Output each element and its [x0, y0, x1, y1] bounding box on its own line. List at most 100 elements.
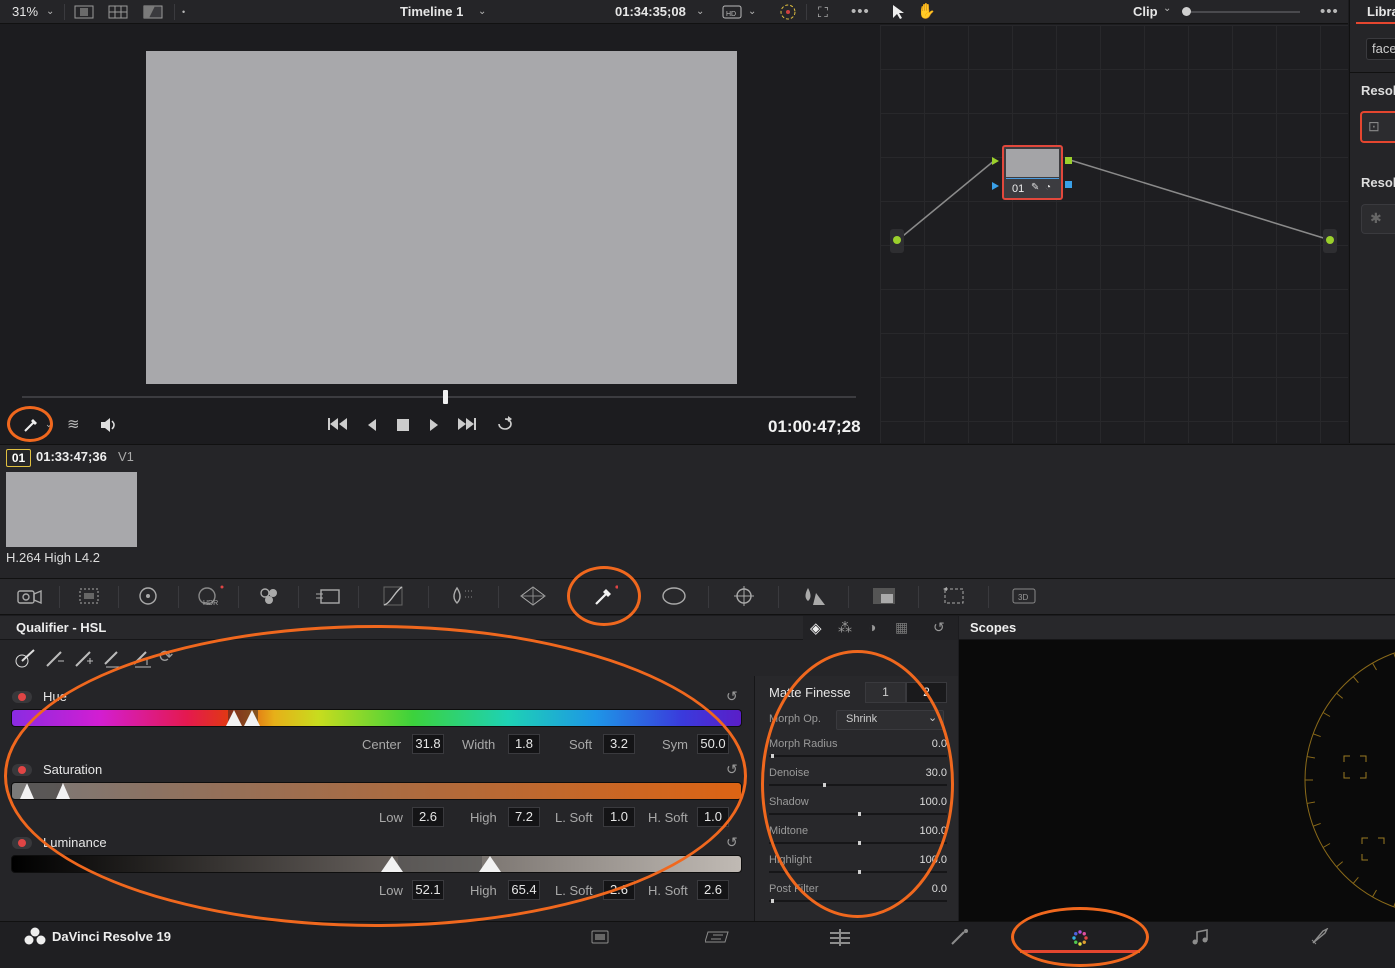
svg-text:3D: 3D: [1018, 593, 1028, 602]
clip-thumbnail[interactable]: [6, 472, 137, 547]
blur-icon[interactable]: [869, 585, 899, 609]
more-options-icon[interactable]: •••: [851, 0, 870, 24]
magic-mask-icon[interactable]: [799, 585, 829, 609]
node-mode[interactable]: Clip: [1133, 4, 1158, 19]
pointer-icon[interactable]: [891, 4, 905, 23]
vectorscope-tick: [1306, 801, 1316, 804]
color-match-icon[interactable]: [74, 585, 104, 609]
chevron-down-icon[interactable]: ⌄: [748, 0, 756, 24]
node-zoom-slider[interactable]: [1186, 11, 1300, 13]
zoom-level[interactable]: 31%: [12, 0, 38, 24]
edit-page-icon[interactable]: [825, 928, 855, 948]
divider: [918, 586, 919, 608]
matte-param-slider-knob[interactable]: [771, 899, 774, 903]
chevron-down-icon[interactable]: ⌄: [46, 0, 54, 24]
library-search-input[interactable]: face: [1366, 38, 1395, 60]
color-wheels-icon[interactable]: [133, 585, 163, 609]
fullscreen-icon[interactable]: ⛶: [818, 0, 828, 24]
rgb-output-icon[interactable]: [1065, 157, 1072, 164]
playhead-handle[interactable]: [443, 390, 448, 404]
rgb-input-icon[interactable]: [992, 157, 999, 165]
timeline-name[interactable]: Timeline 1: [400, 0, 463, 24]
3d-icon[interactable]: 3D: [1009, 585, 1039, 609]
go-to-end-icon[interactable]: [457, 417, 477, 434]
volume-icon[interactable]: [100, 417, 118, 436]
media-page-icon[interactable]: [585, 928, 615, 948]
vectorscope-tick: [1372, 662, 1377, 671]
picker-minus-icon[interactable]: [44, 647, 66, 672]
gallery-view-icon[interactable]: [108, 0, 128, 24]
hdr-monitor-icon[interactable]: HD: [722, 0, 742, 24]
fairlight-page-icon[interactable]: [1186, 928, 1216, 948]
highlight-dot-icon[interactable]: •: [182, 0, 185, 24]
divider: [298, 586, 299, 608]
key-output-icon[interactable]: [1065, 181, 1072, 188]
chevron-down-icon[interactable]: ⌄: [1163, 3, 1171, 14]
split-screen-icon[interactable]: [143, 0, 163, 24]
stop-icon[interactable]: [396, 418, 410, 435]
vectorscope-tick: [1312, 733, 1321, 738]
clip-strip: [0, 444, 1395, 578]
cut-page-icon[interactable]: [704, 928, 734, 948]
picker-icon[interactable]: [14, 647, 38, 672]
viewer-frame[interactable]: [146, 51, 737, 384]
hsl-mode-icon[interactable]: ◈: [810, 619, 822, 637]
divider: [59, 586, 60, 608]
go-to-start-icon[interactable]: [328, 417, 348, 434]
vectorscope-tick: [1322, 843, 1331, 848]
key-input-icon[interactable]: [992, 182, 999, 190]
source-input-dot[interactable]: [893, 236, 901, 244]
rgb-mixer-icon[interactable]: [254, 585, 284, 609]
annotation-ring-color-page: [1011, 907, 1149, 967]
color-warper-icon[interactable]: [446, 585, 476, 609]
chevron-down-icon[interactable]: ⌄: [478, 0, 486, 24]
luma-mode-icon[interactable]: ◑: [868, 619, 876, 635]
node-label: 01: [1012, 183, 1025, 195]
motion-effects-icon[interactable]: [314, 585, 344, 609]
single-viewer-icon[interactable]: [74, 0, 94, 24]
hdr-icon[interactable]: HDR: [194, 585, 224, 609]
deliver-page-icon[interactable]: [1304, 927, 1334, 948]
chevron-down-icon[interactable]: ⌄: [696, 0, 704, 24]
annotation-ring-matte-finesse: [761, 650, 954, 918]
node-zoom-knob[interactable]: [1182, 7, 1191, 16]
library-section-title: Resol: [1361, 83, 1395, 98]
luminance-hsoft-label: H. Soft: [648, 883, 688, 898]
camera-raw-icon[interactable]: [14, 585, 44, 609]
divider: [64, 4, 65, 20]
luminance-hsoft-value[interactable]: 2.6: [697, 880, 729, 900]
reset-icon[interactable]: ↺: [933, 619, 945, 636]
qualifier-node-icon: ✎: [1031, 182, 1040, 193]
luminance-enable-toggle[interactable]: [12, 837, 32, 849]
divider: [178, 586, 179, 608]
vectorscope-tick: [1312, 822, 1321, 827]
curves-icon[interactable]: [379, 585, 409, 609]
vectorscope-tick: [1336, 861, 1344, 868]
play-icon[interactable]: [428, 418, 440, 435]
picker-plus-icon[interactable]: [73, 647, 95, 672]
hue-enable-toggle[interactable]: [12, 691, 32, 703]
play-reverse-icon[interactable]: [366, 418, 378, 435]
window-icon[interactable]: [659, 585, 689, 609]
loop-icon[interactable]: [495, 416, 515, 435]
3d-mode-icon[interactable]: ▦: [895, 619, 908, 636]
more-options-icon[interactable]: •••: [1320, 3, 1339, 20]
fusion-page-icon[interactable]: [945, 928, 975, 948]
source-timecode[interactable]: 01:34:35;08: [615, 0, 686, 24]
scrub-bar[interactable]: [22, 396, 856, 398]
output-dot[interactable]: [1326, 236, 1334, 244]
color-highlight-icon[interactable]: [778, 0, 798, 24]
luminance-reset-icon[interactable]: ↺: [726, 834, 738, 851]
tracker-icon[interactable]: [729, 585, 759, 609]
key-icon[interactable]: [939, 585, 969, 609]
library-tab-label[interactable]: Libra: [1367, 4, 1395, 19]
clip-codec: H.264 High L4.2: [6, 550, 100, 565]
divider: [428, 586, 429, 608]
rgb-mode-icon[interactable]: ⁂: [838, 619, 852, 636]
vectorscope-tick: [1306, 756, 1316, 759]
layers-icon[interactable]: ≋: [67, 415, 80, 433]
hand-icon[interactable]: ✋: [917, 2, 936, 20]
color-warper-mesh-icon[interactable]: [518, 585, 548, 609]
qualifier-title: Qualifier - HSL: [16, 620, 107, 635]
hue-reset-icon[interactable]: ↺: [726, 688, 738, 705]
